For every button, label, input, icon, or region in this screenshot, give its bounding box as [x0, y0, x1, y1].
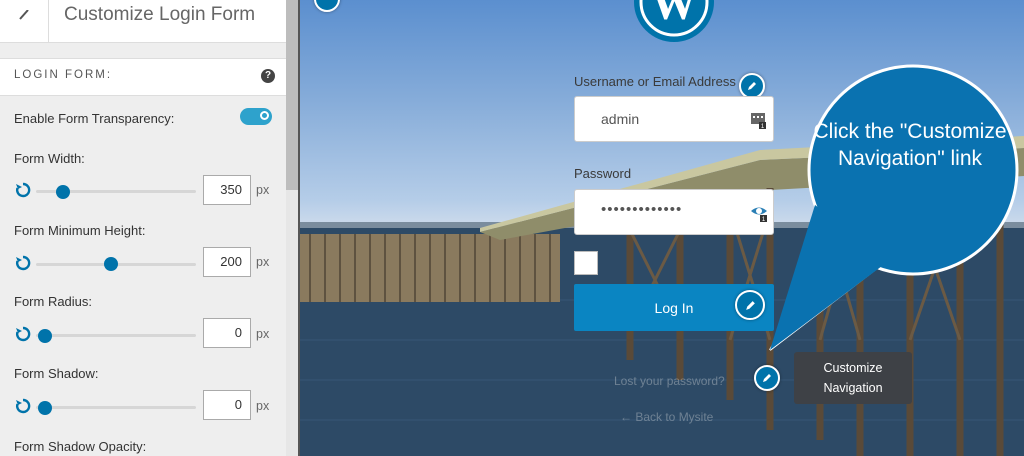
transparency-label: Enable Form Transparency: — [14, 111, 175, 126]
help-icon[interactable]: ? — [261, 69, 275, 83]
form-shadow-slider[interactable] — [38, 401, 52, 415]
form-min-height-slider[interactable] — [104, 257, 118, 271]
show-password-eye-icon[interactable]: 1 — [751, 204, 767, 223]
customize-navigation-pencil-icon[interactable] — [754, 365, 780, 391]
lost-password-link[interactable]: Lost your password? — [614, 374, 725, 388]
section-header: LOGIN FORM: ? — [0, 58, 286, 96]
reset-icon[interactable] — [14, 254, 32, 272]
unit-label: px — [256, 399, 270, 413]
callout-text: Click the "Customize Navigation" link — [813, 120, 1007, 170]
form-shadow-opacity-label: Form Shadow Opacity: — [14, 439, 147, 454]
slider-track — [36, 406, 196, 409]
form-width-input[interactable]: 350 — [203, 175, 251, 205]
reset-icon[interactable] — [14, 397, 32, 415]
form-radius-slider[interactable] — [38, 329, 52, 343]
wordpress-logo[interactable]: W — [632, 0, 716, 44]
panel-title: Customize Login Form — [64, 4, 256, 25]
customize-navigation-tooltip: Customize Navigation — [794, 352, 912, 404]
customizer-panel: Customize Login Form LOGIN FORM: ? Enabl… — [0, 0, 300, 456]
unit-label: px — [256, 183, 270, 197]
password-manager-icon[interactable]: 1 — [751, 111, 767, 130]
form-min-height-input[interactable]: 200 — [203, 247, 251, 277]
form-width-label: Form Width: — [14, 151, 85, 166]
password-value: ••••••••••••• — [601, 201, 683, 218]
scrollbar-thumb[interactable] — [286, 0, 298, 190]
svg-text:W: W — [651, 0, 697, 29]
slider-track — [36, 334, 196, 337]
password-field[interactable]: ••••••••••••• 1 — [574, 189, 774, 235]
unit-label: px — [256, 255, 270, 269]
transparency-toggle[interactable] — [240, 108, 272, 125]
chevron-left-icon — [18, 8, 30, 33]
remember-me-checkbox[interactable] — [574, 251, 598, 275]
form-shadow-input[interactable]: 0 — [203, 390, 251, 420]
password-label: Password — [574, 166, 632, 181]
form-width-slider[interactable] — [56, 185, 70, 199]
username-field[interactable]: admin 1 — [574, 96, 774, 142]
login-preview: W Username or Email Address admin 1 Pass… — [300, 0, 1024, 456]
section-title: LOGIN FORM: — [14, 69, 113, 81]
back-button[interactable] — [0, 0, 49, 42]
username-label: Username or Email Address — [574, 74, 736, 89]
form-radius-label: Form Radius: — [14, 294, 93, 309]
form-radius-input[interactable]: 0 — [203, 318, 251, 348]
panel-header: Customize Login Form — [0, 0, 286, 43]
tooltip-line-1: Customize — [823, 361, 883, 375]
edit-pencil-icon[interactable] — [735, 290, 765, 320]
username-value: admin — [601, 111, 640, 127]
unit-label: px — [256, 327, 270, 341]
reset-icon[interactable] — [14, 325, 32, 343]
reset-icon[interactable] — [14, 181, 32, 199]
form-shadow-label: Form Shadow: — [14, 366, 99, 381]
form-min-height-label: Form Minimum Height: — [14, 223, 146, 238]
tooltip-line-2: Navigation — [823, 381, 883, 395]
login-button-label: Log In — [654, 299, 694, 316]
back-to-site-link[interactable]: ← Back to Mysite — [620, 410, 713, 424]
toggle-knob — [260, 111, 269, 120]
